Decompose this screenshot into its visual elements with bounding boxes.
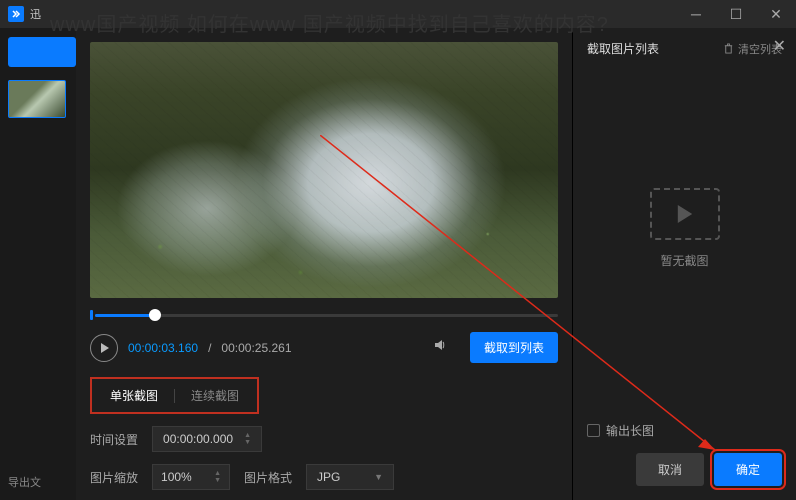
zoom-label: 图片缩放 [90, 469, 138, 486]
primary-action-button[interactable] [8, 37, 76, 67]
current-time: 00:00:03.160 [128, 341, 198, 355]
time-label: 时间设置 [90, 431, 138, 448]
page-overlay-title: www国产视频 如何在www 国产视频中找到自己喜欢的内容? [50, 8, 746, 37]
empty-state: 暂无截图 [587, 35, 782, 422]
app-icon [8, 6, 24, 22]
capture-to-list-button[interactable]: 截取到列表 [470, 332, 558, 363]
time-stepper[interactable]: ▲▼ [244, 433, 251, 446]
time-input[interactable]: 00:00:00.000 ▲▼ [152, 426, 262, 452]
format-select[interactable]: JPG ▼ [306, 464, 394, 490]
zoom-stepper[interactable]: ▲▼ [214, 471, 221, 484]
time-separator: / [208, 341, 211, 355]
cancel-button[interactable]: 取消 [636, 453, 704, 486]
seek-bar[interactable] [90, 308, 558, 322]
modal-right-pane: ✕ 截取图片列表 清空列表 暂无截图 输出长图 取消 确定 [572, 28, 796, 500]
window-close-button[interactable]: ✕ [756, 0, 796, 28]
tab-separator [174, 389, 175, 403]
time-value: 00:00:00.000 [163, 432, 233, 446]
total-time: 00:00:25.261 [221, 341, 291, 355]
play-button[interactable] [90, 334, 118, 362]
format-value: JPG [317, 470, 340, 484]
seek-track[interactable] [95, 314, 558, 317]
volume-icon[interactable] [432, 337, 448, 358]
modal-footer-buttons: 取消 确定 [587, 453, 782, 486]
screenshot-modal: 00:00:03.160 / 00:00:25.261 截取到列表 单张截图 连续截… [76, 28, 796, 500]
seek-thumb[interactable] [149, 309, 161, 321]
chevron-down-icon: ▼ [374, 472, 383, 482]
app-title: 迅 [30, 6, 41, 22]
empty-text: 暂无截图 [660, 252, 708, 269]
seek-progress [95, 314, 155, 317]
empty-placeholder-icon [650, 188, 720, 240]
thumbnail-column [8, 80, 66, 118]
confirm-button[interactable]: 确定 [714, 453, 782, 486]
video-thumbnail[interactable] [8, 80, 66, 118]
export-label: 导出文 [8, 474, 41, 490]
playback-controls: 00:00:03.160 / 00:00:25.261 截取到列表 [90, 332, 558, 363]
long-image-checkbox[interactable] [587, 424, 600, 437]
video-preview[interactable] [90, 42, 558, 298]
capture-mode-tabs: 单张截图 连续截图 [90, 377, 259, 414]
modal-left-pane: 00:00:03.160 / 00:00:25.261 截取到列表 单张截图 连续截… [76, 28, 572, 500]
image-setting-row: 图片缩放 100% ▲▼ 图片格式 JPG ▼ [90, 464, 558, 490]
zoom-value: 100% [161, 470, 192, 484]
long-image-label: 输出长图 [606, 422, 654, 439]
zoom-input[interactable]: 100% ▲▼ [152, 464, 230, 490]
tab-single-capture[interactable]: 单张截图 [98, 383, 170, 408]
video-frame-image [90, 42, 558, 298]
modal-close-button[interactable]: ✕ [773, 36, 786, 56]
long-image-option: 输出长图 [587, 422, 782, 439]
seek-start-marker [90, 310, 93, 320]
tab-continuous-capture[interactable]: 连续截图 [179, 383, 251, 408]
format-label: 图片格式 [244, 469, 292, 486]
time-setting-row: 时间设置 00:00:00.000 ▲▼ [90, 426, 558, 452]
